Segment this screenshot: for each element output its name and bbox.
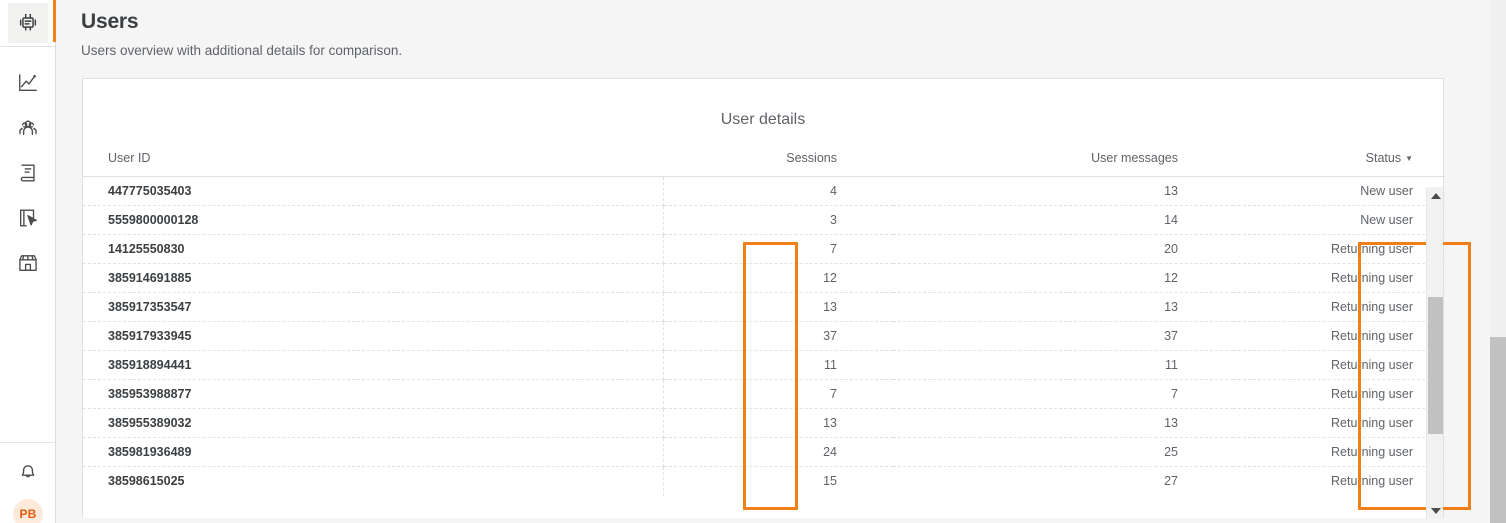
cell-status: Returning user (1233, 321, 1445, 351)
table-scrollbar[interactable] (1426, 187, 1443, 519)
app-root: PB Users Users overview with additional … (0, 0, 1506, 523)
cell-user-messages: 14 (893, 205, 1233, 235)
analytics-chart-icon (17, 72, 39, 99)
cell-user-id: 385981936489 (83, 437, 664, 467)
table-row[interactable]: 385955389032 13 13 Returning user (83, 408, 1445, 438)
sidebar-item-knowledge-base[interactable] (10, 163, 46, 187)
page-title: Users (81, 10, 139, 33)
cell-sessions: 7 (663, 379, 893, 409)
table-head: User ID Sessions User messages Status ▼ (83, 151, 1445, 177)
cell-sessions: 12 (663, 263, 893, 293)
sidebar-item-actions[interactable] (10, 208, 46, 232)
cell-user-id: 385917933945 (83, 321, 664, 351)
scroll-up-button[interactable] (1427, 187, 1444, 204)
cell-status: Returning user (1331, 474, 1413, 489)
table-row[interactable]: 38598615025 15 27 Returning user (83, 466, 1445, 496)
sidebar: PB (0, 0, 56, 523)
cell-user-messages: 37 (893, 321, 1233, 351)
triangle-down-icon (1430, 507, 1441, 514)
table-row[interactable]: 385917933945 37 37 Returning user (83, 321, 1445, 351)
cell-sessions: 13 (663, 292, 893, 322)
triangle-up-icon (1430, 192, 1441, 199)
table-scrollbar-thumb[interactable] (1428, 297, 1443, 434)
page-scrollbar[interactable] (1490, 0, 1506, 523)
cell-user-id: 385953988877 (83, 379, 664, 409)
cell-user-id: 385918894441 (83, 350, 664, 380)
cell-sessions: 15 (823, 474, 837, 489)
table-row[interactable]: 385918894441 11 11 Returning user (83, 350, 1445, 380)
cell-sessions: 37 (663, 321, 893, 351)
cell-user-id: 385917353547 (83, 292, 664, 322)
cell-status: Returning user (1233, 437, 1445, 467)
cell-user-id: 385955389032 (83, 408, 664, 438)
cell-status: Returning user (1233, 263, 1445, 293)
sidebar-brand[interactable] (0, 0, 56, 47)
sidebar-footer: PB (0, 442, 56, 523)
cell-user-id: 447775035403 (83, 176, 664, 206)
cell-user-messages: 20 (893, 234, 1233, 264)
cell-status: Returning user (1233, 379, 1445, 409)
page-scrollbar-thumb[interactable] (1490, 337, 1506, 523)
cell-user-messages: 13 (893, 292, 1233, 322)
cell-user-messages: 7 (893, 379, 1233, 409)
cursor-click-icon (17, 207, 39, 234)
cell-user-id: 14125550830 (83, 234, 664, 264)
sort-descending-icon[interactable]: ▼ (1405, 154, 1413, 163)
notifications-button[interactable] (10, 461, 46, 485)
cell-status: New user (1233, 176, 1445, 206)
cell-user-messages: 27 (1164, 474, 1178, 489)
sidebar-nav (0, 47, 55, 277)
table-header-row: User ID Sessions User messages Status ▼ (83, 151, 1445, 177)
page-header: Users Users overview with additional det… (56, 0, 1506, 58)
cell-status: New user (1233, 205, 1445, 235)
cell-sessions: 7 (663, 234, 893, 264)
scroll-down-button[interactable] (1427, 502, 1444, 519)
cell-status: Returning user (1233, 292, 1445, 322)
storefront-icon (17, 252, 39, 279)
main-content: Users Users overview with additional det… (56, 0, 1506, 523)
robot-icon[interactable] (7, 3, 48, 43)
cell-user-id: 5559800000128 (83, 205, 664, 235)
user-details-card: User details User ID Sessions User messa… (82, 78, 1471, 519)
table-row[interactable]: 5559800000128 3 14 New user (83, 205, 1445, 235)
column-header-sessions[interactable]: Sessions (663, 151, 893, 177)
cell-sessions: 11 (663, 350, 893, 380)
page-subtitle: Users overview with additional details f… (81, 43, 403, 58)
user-details-table-wrapper: User ID Sessions User messages Status ▼ 4… (83, 151, 1445, 496)
column-header-status[interactable]: Status ▼ (1233, 151, 1445, 177)
cell-sessions: 24 (663, 437, 893, 467)
cell-user-messages: 13 (893, 408, 1233, 438)
cell-user-messages: 25 (893, 437, 1233, 467)
sidebar-item-marketplace[interactable] (10, 253, 46, 277)
avatar[interactable]: PB (13, 499, 43, 523)
sidebar-item-analytics[interactable] (10, 73, 46, 97)
table-row[interactable]: 385953988877 7 7 Returning user (83, 379, 1445, 409)
cell-status: Returning user (1233, 234, 1445, 264)
cell-sessions: 13 (663, 408, 893, 438)
cell-sessions: 3 (663, 205, 893, 235)
table-row[interactable]: 14125550830 7 20 Returning user (83, 234, 1445, 264)
user-details-table: User ID Sessions User messages Status ▼ 4… (83, 151, 1445, 496)
column-header-user-id[interactable]: User ID (83, 151, 663, 177)
table-row[interactable]: 385914691885 12 12 Returning user (83, 263, 1445, 293)
bell-icon (17, 460, 39, 487)
cell-user-id: 385914691885 (83, 263, 664, 293)
book-icon (17, 162, 39, 189)
cell-status: Returning user (1233, 350, 1445, 380)
cell-status: Returning user (1233, 408, 1445, 438)
cell-user-messages: 11 (893, 350, 1233, 380)
table-row[interactable]: 447775035403 4 13 New user (83, 176, 1445, 206)
cell-user-id: 38598615025 (83, 466, 664, 496)
cell-user-messages: 12 (893, 263, 1233, 293)
table-row[interactable]: 385981936489 24 25 Returning user (83, 437, 1445, 467)
table-row[interactable]: 385917353547 13 13 Returning user (83, 292, 1445, 322)
column-header-user-messages[interactable]: User messages (893, 151, 1233, 177)
cell-sessions: 4 (663, 176, 893, 206)
sidebar-item-users[interactable] (10, 118, 46, 142)
cell-user-messages: 13 (893, 176, 1233, 206)
users-group-icon (17, 117, 39, 144)
card-title: User details (720, 111, 806, 128)
table-body: 447775035403 4 13 New user 5559800000128 3 14 N… (83, 176, 1445, 496)
column-header-status-label: Status (1365, 151, 1402, 165)
